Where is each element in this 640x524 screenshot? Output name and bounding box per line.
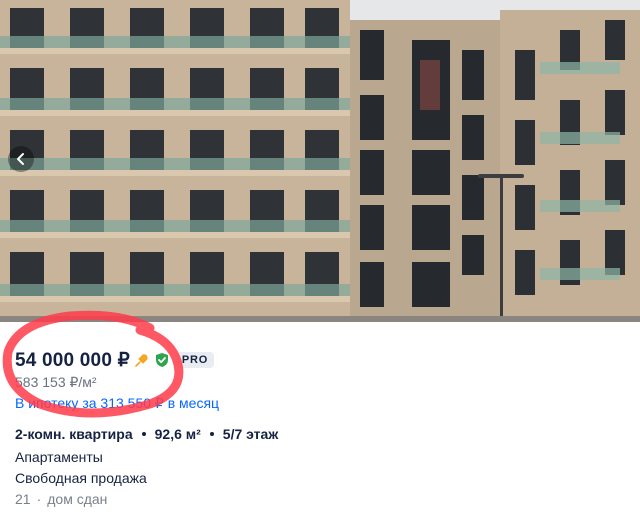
specs-row: 2-комн. квартира 92,6 м² 5/7 этаж bbox=[15, 426, 278, 442]
pro-badge: PRO bbox=[175, 352, 215, 368]
property-type: Апартаменты bbox=[15, 449, 103, 465]
mortgage-link[interactable]: В ипотеку за 313 550 ₽ в месяц bbox=[15, 395, 219, 412]
separator-dot bbox=[209, 432, 214, 436]
chevron-left-icon bbox=[17, 153, 24, 165]
separator-dot bbox=[141, 432, 146, 436]
price-row: 54 000 000 ₽ PRO bbox=[15, 348, 215, 372]
build-status: 21 · дом сдан bbox=[15, 491, 107, 507]
shield-check-icon bbox=[154, 352, 170, 368]
status-number: 21 bbox=[15, 491, 31, 507]
area: 92,6 м² bbox=[154, 426, 201, 442]
sale-type: Свободная продажа bbox=[15, 470, 147, 486]
status-separator: · bbox=[36, 491, 42, 507]
listing-info[interactable]: 54 000 000 ₽ PRO 583 153 ₽/м² В ипотеку … bbox=[0, 322, 640, 524]
status-text: дом сдан bbox=[47, 491, 108, 507]
price: 54 000 000 ₽ bbox=[15, 349, 130, 371]
price-per-meter: 583 153 ₽/м² bbox=[15, 374, 97, 390]
room-count: 2-комн. квартира bbox=[15, 426, 133, 442]
prev-photo-button[interactable] bbox=[8, 146, 34, 172]
building-image bbox=[0, 0, 640, 322]
rocket-icon bbox=[134, 352, 150, 368]
listing-photo[interactable] bbox=[0, 0, 640, 322]
floor: 5/7 этаж bbox=[222, 426, 279, 442]
